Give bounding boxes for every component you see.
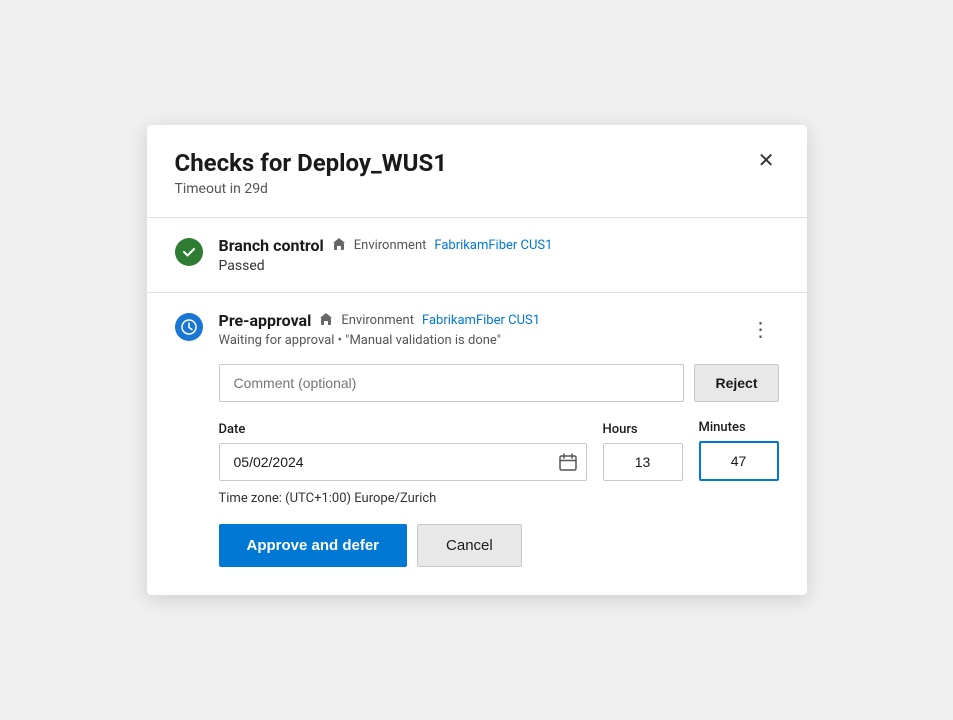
- timezone-text: Time zone: (UTC+1:00) Europe/Zurich: [219, 491, 779, 506]
- modal-subtitle: Timeout in 29d: [175, 181, 448, 197]
- date-input[interactable]: [219, 443, 587, 481]
- minutes-label: Minutes: [699, 420, 779, 435]
- datetime-row: Date Hours: [219, 420, 779, 481]
- calendar-icon: [559, 453, 577, 471]
- environment-label-preapproval: Environment: [341, 313, 414, 328]
- action-buttons: Approve and defer Cancel: [219, 524, 779, 567]
- branch-control-title-row: Branch control Environment FabrikamFiber…: [219, 236, 779, 255]
- more-options-button[interactable]: ⋮: [743, 316, 779, 344]
- environment-link-branch[interactable]: FabrikamFiber CUS1: [434, 238, 552, 253]
- passed-icon: [175, 238, 203, 266]
- hours-input[interactable]: [603, 443, 683, 481]
- environment-icon-preapproval: [319, 312, 333, 330]
- cancel-button[interactable]: Cancel: [417, 524, 522, 567]
- environment-icon-branch: [332, 237, 346, 255]
- date-label: Date: [219, 422, 587, 437]
- environment-label-branch: Environment: [354, 238, 427, 253]
- close-icon: ✕: [758, 150, 775, 172]
- pre-approval-header: Pre-approval Environment FabrikamFiber C…: [175, 311, 779, 348]
- minutes-input[interactable]: [699, 441, 779, 481]
- branch-control-status: Passed: [219, 258, 779, 274]
- hours-label: Hours: [603, 422, 683, 437]
- calendar-icon-button[interactable]: [559, 453, 577, 471]
- checkmark-icon: [181, 244, 197, 260]
- hours-field-group: Hours: [603, 422, 683, 481]
- pre-approval-title-row: Pre-approval Environment FabrikamFiber C…: [219, 311, 727, 330]
- date-field-group: Date: [219, 422, 587, 481]
- pre-approval-section: Pre-approval Environment FabrikamFiber C…: [175, 293, 779, 567]
- date-input-wrapper: [219, 443, 587, 481]
- comment-input[interactable]: [219, 364, 685, 402]
- pre-approval-name: Pre-approval: [219, 311, 312, 330]
- clock-icon: [181, 319, 197, 335]
- modal-header: Checks for Deploy_WUS1 Timeout in 29d ✕: [175, 149, 779, 198]
- waiting-text: Waiting for approval • "Manual validatio…: [219, 333, 727, 348]
- minutes-field-group: Minutes: [699, 420, 779, 481]
- more-options-icon: ⋮: [751, 319, 771, 341]
- checks-modal: Checks for Deploy_WUS1 Timeout in 29d ✕ …: [147, 125, 807, 596]
- datetime-fields: Date Hours: [219, 420, 779, 481]
- branch-control-content: Branch control Environment FabrikamFiber…: [219, 236, 779, 274]
- comment-row: Reject: [219, 364, 779, 402]
- reject-button[interactable]: Reject: [694, 364, 778, 402]
- modal-title: Checks for Deploy_WUS1: [175, 149, 448, 178]
- close-button[interactable]: ✕: [754, 147, 779, 175]
- branch-control-section: Branch control Environment FabrikamFiber…: [175, 218, 779, 292]
- approve-defer-button[interactable]: Approve and defer: [219, 524, 408, 567]
- environment-link-preapproval[interactable]: FabrikamFiber CUS1: [422, 313, 540, 328]
- modal-title-group: Checks for Deploy_WUS1 Timeout in 29d: [175, 149, 448, 198]
- pending-icon: [175, 313, 203, 341]
- pre-approval-content: Pre-approval Environment FabrikamFiber C…: [219, 311, 727, 348]
- branch-control-name: Branch control: [219, 236, 324, 255]
